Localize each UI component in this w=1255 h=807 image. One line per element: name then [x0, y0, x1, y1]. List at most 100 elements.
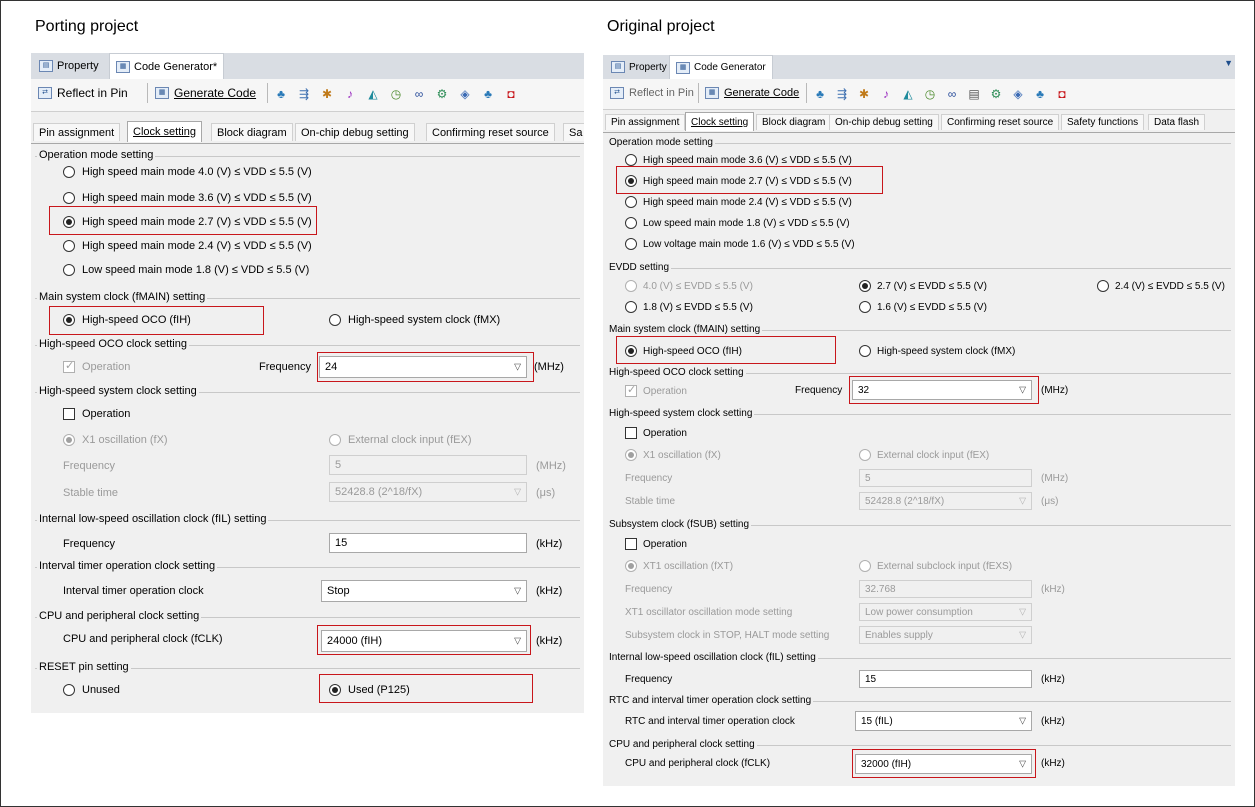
- radio-button-selected[interactable]: [329, 684, 341, 696]
- radio-button[interactable]: [63, 264, 75, 276]
- op-mode-option-4[interactable]: High speed main mode 2.4 (V) ≤ VDD ≤ 5.5…: [63, 240, 312, 252]
- tab-pin-assignment[interactable]: Pin assignment: [33, 123, 121, 141]
- radio-button[interactable]: [63, 240, 75, 252]
- main-clock-sys-option[interactable]: High-speed system clock (fMX): [859, 345, 1015, 357]
- evdd-option-2[interactable]: 2.7 (V) ≤ EVDD ≤ 5.5 (V): [859, 280, 987, 292]
- tab-clock-setting[interactable]: Clock setting: [127, 121, 202, 142]
- radio-button[interactable]: [63, 684, 75, 696]
- main-clock-oco-option[interactable]: High-speed OCO (fIH): [625, 345, 742, 357]
- op-mode-option-1[interactable]: High speed main mode 3.6 (V) ≤ VDD ≤ 5.5…: [625, 154, 852, 166]
- rtc-clock-select[interactable]: 15 (fIL) ▽: [855, 711, 1032, 731]
- cpu-clock-select[interactable]: 32000 (fIH) ▽: [855, 754, 1032, 774]
- radio-button[interactable]: [625, 301, 637, 313]
- chip-icon[interactable]: ♣: [813, 87, 827, 101]
- oco-frequency-select[interactable]: 24 ▽: [319, 356, 527, 378]
- main-clock-oco-option[interactable]: High-speed OCO (fIH): [63, 314, 191, 326]
- radio-button-selected[interactable]: [63, 216, 75, 228]
- radio-button[interactable]: [63, 166, 75, 178]
- window-icon[interactable]: ▤: [967, 87, 981, 101]
- left-property-tab[interactable]: ▤ Property: [33, 53, 105, 79]
- interval-clock-select[interactable]: Stop ▽: [321, 580, 527, 602]
- radio-button[interactable]: [63, 192, 75, 204]
- tab-safety-truncated[interactable]: Sa: [563, 123, 584, 141]
- left-generate-code-button[interactable]: ▦ Generate Code: [151, 82, 260, 104]
- op-mode-option-2[interactable]: High speed main mode 3.6 (V) ≤ VDD ≤ 5.5…: [63, 192, 312, 204]
- op-mode-option-2[interactable]: High speed main mode 2.7 (V) ≤ VDD ≤ 5.5…: [625, 175, 852, 187]
- radio-button-selected[interactable]: [63, 314, 75, 326]
- sound-icon[interactable]: ◈: [458, 87, 472, 101]
- radio-button[interactable]: [329, 314, 341, 326]
- link-icon[interactable]: ∞: [945, 87, 959, 101]
- op-mode-option-1[interactable]: High speed main mode 4.0 (V) ≤ VDD ≤ 5.5…: [63, 166, 312, 178]
- wave-icon[interactable]: ♪: [343, 87, 357, 101]
- clock-icon[interactable]: ◷: [389, 87, 403, 101]
- hs-sys-operation-checkbox[interactable]: Operation: [63, 408, 130, 420]
- wave-icon[interactable]: ♪: [879, 87, 893, 101]
- evdd-option-4[interactable]: 1.8 (V) ≤ EVDD ≤ 5.5 (V): [625, 301, 753, 313]
- tab-on-chip-debug[interactable]: On-chip debug setting: [295, 123, 415, 141]
- left-reflect-in-pin-button[interactable]: ⇄ Reflect in Pin: [34, 82, 132, 104]
- right-property-tab[interactable]: ▤ Property: [605, 55, 673, 79]
- sub-operation-checkbox[interactable]: Operation: [625, 538, 687, 550]
- op-mode-option-3[interactable]: High speed main mode 2.7 (V) ≤ VDD ≤ 5.5…: [63, 216, 312, 228]
- chip-icon[interactable]: ♣: [274, 87, 288, 101]
- sound-icon[interactable]: ◈: [1011, 87, 1025, 101]
- graph-icon[interactable]: ◭: [366, 87, 380, 101]
- radio-button[interactable]: [1097, 280, 1109, 292]
- radio-button[interactable]: [625, 196, 637, 208]
- panel-menu-icon[interactable]: ▼: [1224, 58, 1233, 68]
- fil-frequency-input[interactable]: 15: [329, 533, 527, 553]
- network-icon[interactable]: ♣: [481, 87, 495, 101]
- link-icon[interactable]: ∞: [412, 87, 426, 101]
- tab-block-diagram[interactable]: Block diagram: [211, 123, 293, 141]
- fil-frequency-input[interactable]: 15: [859, 670, 1032, 688]
- pin-table-icon[interactable]: ⇶: [835, 87, 849, 101]
- op-mode-option-4[interactable]: Low speed main mode 1.8 (V) ≤ VDD ≤ 5.5 …: [625, 217, 850, 229]
- gear-icon[interactable]: ⚙: [989, 87, 1003, 101]
- stop-icon[interactable]: ◘: [1055, 87, 1069, 101]
- settings-icon[interactable]: ✱: [320, 87, 334, 101]
- radio-button-selected[interactable]: [625, 345, 637, 357]
- radio-button-selected[interactable]: [625, 175, 637, 187]
- evdd-option-4-label: 1.8 (V) ≤ EVDD ≤ 5.5 (V): [643, 301, 753, 313]
- stop-icon[interactable]: ◘: [504, 87, 518, 101]
- op-mode-option-5[interactable]: Low speed main mode 1.8 (V) ≤ VDD ≤ 5.5 …: [63, 264, 309, 276]
- radio-button-selected[interactable]: [859, 280, 871, 292]
- tab-confirming-reset[interactable]: Confirming reset source: [426, 123, 555, 141]
- tab-pin-assignment[interactable]: Pin assignment: [605, 114, 686, 130]
- tab-confirming-reset[interactable]: Confirming reset source: [941, 114, 1060, 130]
- main-clock-sys-option[interactable]: High-speed system clock (fMX): [329, 314, 500, 326]
- graph-icon[interactable]: ◭: [901, 87, 915, 101]
- checkbox[interactable]: [625, 427, 637, 439]
- radio-button[interactable]: [625, 217, 637, 229]
- network-icon[interactable]: ♣: [1033, 87, 1047, 101]
- checkbox[interactable]: [625, 538, 637, 550]
- tab-data-flash[interactable]: Data flash: [1148, 114, 1206, 130]
- radio-button[interactable]: [625, 154, 637, 166]
- settings-icon[interactable]: ✱: [857, 87, 871, 101]
- tab-block-diagram[interactable]: Block diagram: [756, 114, 832, 130]
- pin-table-icon[interactable]: ⇶: [297, 87, 311, 101]
- radio-button[interactable]: [859, 301, 871, 313]
- op-mode-option-3[interactable]: High speed main mode 2.4 (V) ≤ VDD ≤ 5.5…: [625, 196, 852, 208]
- right-code-generator-tab[interactable]: ▦ Code Generator: [669, 55, 773, 79]
- reset-unused-option[interactable]: Unused: [63, 684, 120, 696]
- hs-sys-operation-checkbox[interactable]: Operation: [625, 427, 687, 439]
- clock-icon[interactable]: ◷: [923, 87, 937, 101]
- checkbox[interactable]: [63, 408, 75, 420]
- radio-button[interactable]: [859, 345, 871, 357]
- reset-used-option[interactable]: Used (P125): [329, 684, 410, 696]
- tab-on-chip-debug[interactable]: On-chip debug setting: [829, 114, 939, 130]
- tab-clock-setting[interactable]: Clock setting: [685, 112, 755, 131]
- right-generate-code-button[interactable]: ▦ Generate Code: [701, 82, 803, 104]
- radio-button[interactable]: [625, 238, 637, 250]
- gear-icon[interactable]: ⚙: [435, 87, 449, 101]
- oco-frequency-select[interactable]: 32 ▽: [852, 380, 1032, 400]
- cpu-clock-select[interactable]: 24000 (fIH) ▽: [321, 630, 527, 652]
- op-mode-option-5[interactable]: Low voltage main mode 1.6 (V) ≤ VDD ≤ 5.…: [625, 238, 855, 250]
- tab-safety-functions[interactable]: Safety functions: [1061, 114, 1145, 130]
- evdd-option-5[interactable]: 1.6 (V) ≤ EVDD ≤ 5.5 (V): [859, 301, 987, 313]
- hs-sys-operation-label: Operation: [643, 427, 687, 439]
- left-code-generator-tab[interactable]: ▦ Code Generator*: [109, 53, 225, 79]
- evdd-option-3[interactable]: 2.4 (V) ≤ EVDD ≤ 5.5 (V): [1097, 280, 1225, 292]
